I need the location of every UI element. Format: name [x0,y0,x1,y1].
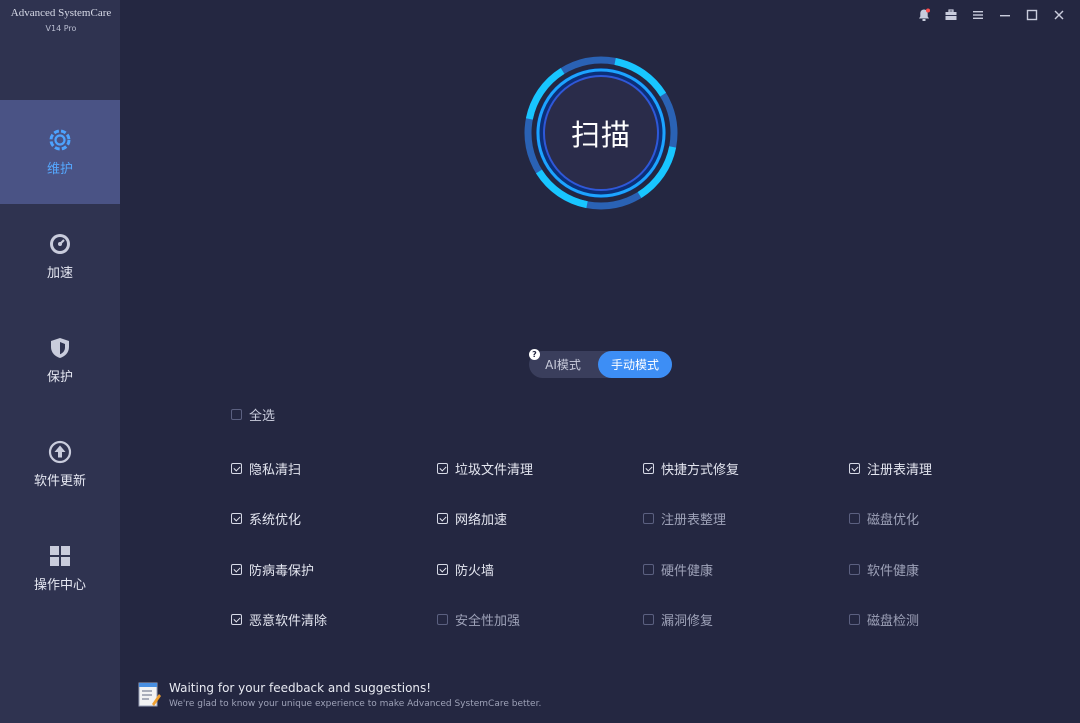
checkbox-checked [643,463,654,474]
maintenance-icon [47,127,73,153]
checkbox-box [231,409,242,420]
feedback-banner[interactable]: Waiting for your feedback and suggestion… [137,680,637,712]
option-checkbox[interactable]: 隐私清扫 [231,459,301,478]
option-label: 漏洞修复 [661,614,714,629]
sidebar-item-protect[interactable]: 保护 [0,308,120,412]
sidebar-item-label: 操作中心 [33,578,86,593]
speedometer-icon [47,231,73,257]
select-all-label: 全选 [249,409,276,424]
toolbox-icon[interactable] [937,4,964,26]
feedback-subtitle: We're glad to know your unique experienc… [169,699,542,709]
checkbox-unchecked [849,564,860,575]
ai-mode-label: AI模式 [545,358,581,372]
option-checkbox[interactable]: 防火墙 [437,560,494,579]
option-label: 防火墙 [455,564,495,579]
option-checkbox[interactable]: 安全性加强 [437,610,520,629]
option-checkbox[interactable]: 系统优化 [231,509,301,528]
brand: Advanced SystemCare V14 Pro [8,7,114,33]
checkbox-unchecked [849,513,860,524]
main-panel: 扫描 AI模式 ? 手动模式 全选 隐私清扫 垃圾文件清理 快捷方式修复 注册表清理系… [120,0,1080,723]
checkbox-checked [437,463,448,474]
option-label: 安全性加强 [455,614,521,629]
scan-button[interactable]: 扫描 [523,55,679,211]
close-icon[interactable] [1045,4,1072,26]
sidebar-item-label: 维护 [46,162,73,177]
option-label: 软件健康 [867,564,920,579]
app-title: Advanced SystemCare [10,7,112,19]
select-all-checkbox[interactable]: 全选 [231,405,275,424]
option-label: 系统优化 [249,513,302,528]
window-controls [910,4,1072,26]
checkbox-unchecked [437,614,448,625]
feedback-note-icon [137,680,161,708]
help-icon[interactable]: ? [529,349,540,360]
option-checkbox[interactable]: 快捷方式修复 [643,459,739,478]
minimize-icon[interactable] [991,4,1018,26]
manual-mode-button[interactable]: 手动模式 [598,351,672,378]
notification-bell-icon[interactable] [910,4,937,26]
checkbox-checked [231,564,242,575]
sidebar-item-label: 保护 [46,370,73,385]
option-label: 快捷方式修复 [661,463,740,478]
checkbox-checked [849,463,860,474]
checkbox-checked [231,513,242,524]
mode-toggle: AI模式 ? 手动模式 [529,349,672,378]
option-label: 垃圾文件清理 [455,463,534,478]
option-checkbox[interactable]: 网络加速 [437,509,507,528]
option-label: 恶意软件清除 [249,614,328,629]
checkbox-checked [231,463,242,474]
option-label: 磁盘检测 [867,614,920,629]
sidebar-item-label: 软件更新 [33,474,86,489]
option-checkbox[interactable]: 注册表整理 [643,509,726,528]
option-label: 网络加速 [455,513,508,528]
sidebar-item-maintenance[interactable]: 维护 [0,100,120,204]
option-checkbox[interactable]: 垃圾文件清理 [437,459,533,478]
option-checkbox[interactable]: 磁盘检测 [849,610,919,629]
option-checkbox[interactable]: 软件健康 [849,560,919,579]
checkbox-checked [231,614,242,625]
manual-mode-label: 手动模式 [610,358,659,372]
sidebar-item-software-update[interactable]: 软件更新 [0,412,120,516]
scan-label: 扫描 [570,118,631,152]
checkbox-unchecked [643,614,654,625]
option-label: 注册表清理 [867,463,933,478]
option-checkbox[interactable]: 硬件健康 [643,560,713,579]
sidebar-item-speedup[interactable]: 加速 [0,204,120,308]
sidebar-item-action-center[interactable]: 操作中心 [0,516,120,620]
checkbox-checked [437,513,448,524]
grid-icon [47,543,73,569]
option-checkbox[interactable]: 磁盘优化 [849,509,919,528]
app-version: V14 Pro [45,24,77,33]
option-checkbox[interactable]: 漏洞修复 [643,610,713,629]
option-checkbox[interactable]: 恶意软件清除 [231,610,327,629]
option-label: 注册表整理 [661,513,727,528]
maximize-icon[interactable] [1018,4,1045,26]
checkbox-unchecked [849,614,860,625]
option-checkbox[interactable]: 注册表清理 [849,459,932,478]
checkbox-checked [437,564,448,575]
menu-icon[interactable] [964,4,991,26]
feedback-title: Waiting for your feedback and suggestion… [169,681,432,695]
option-checkbox[interactable]: 防病毒保护 [231,560,314,579]
option-label: 磁盘优化 [867,513,920,528]
sidebar: Advanced SystemCare V14 Pro 维护 加速 保护 软件更… [0,0,120,723]
option-label: 防病毒保护 [249,564,315,579]
checkbox-unchecked [643,513,654,524]
checkbox-unchecked [643,564,654,575]
option-label: 硬件健康 [661,564,714,579]
shield-icon [47,335,73,361]
update-arrow-icon [47,439,73,465]
option-label: 隐私清扫 [249,463,302,478]
sidebar-item-label: 加速 [46,266,73,281]
